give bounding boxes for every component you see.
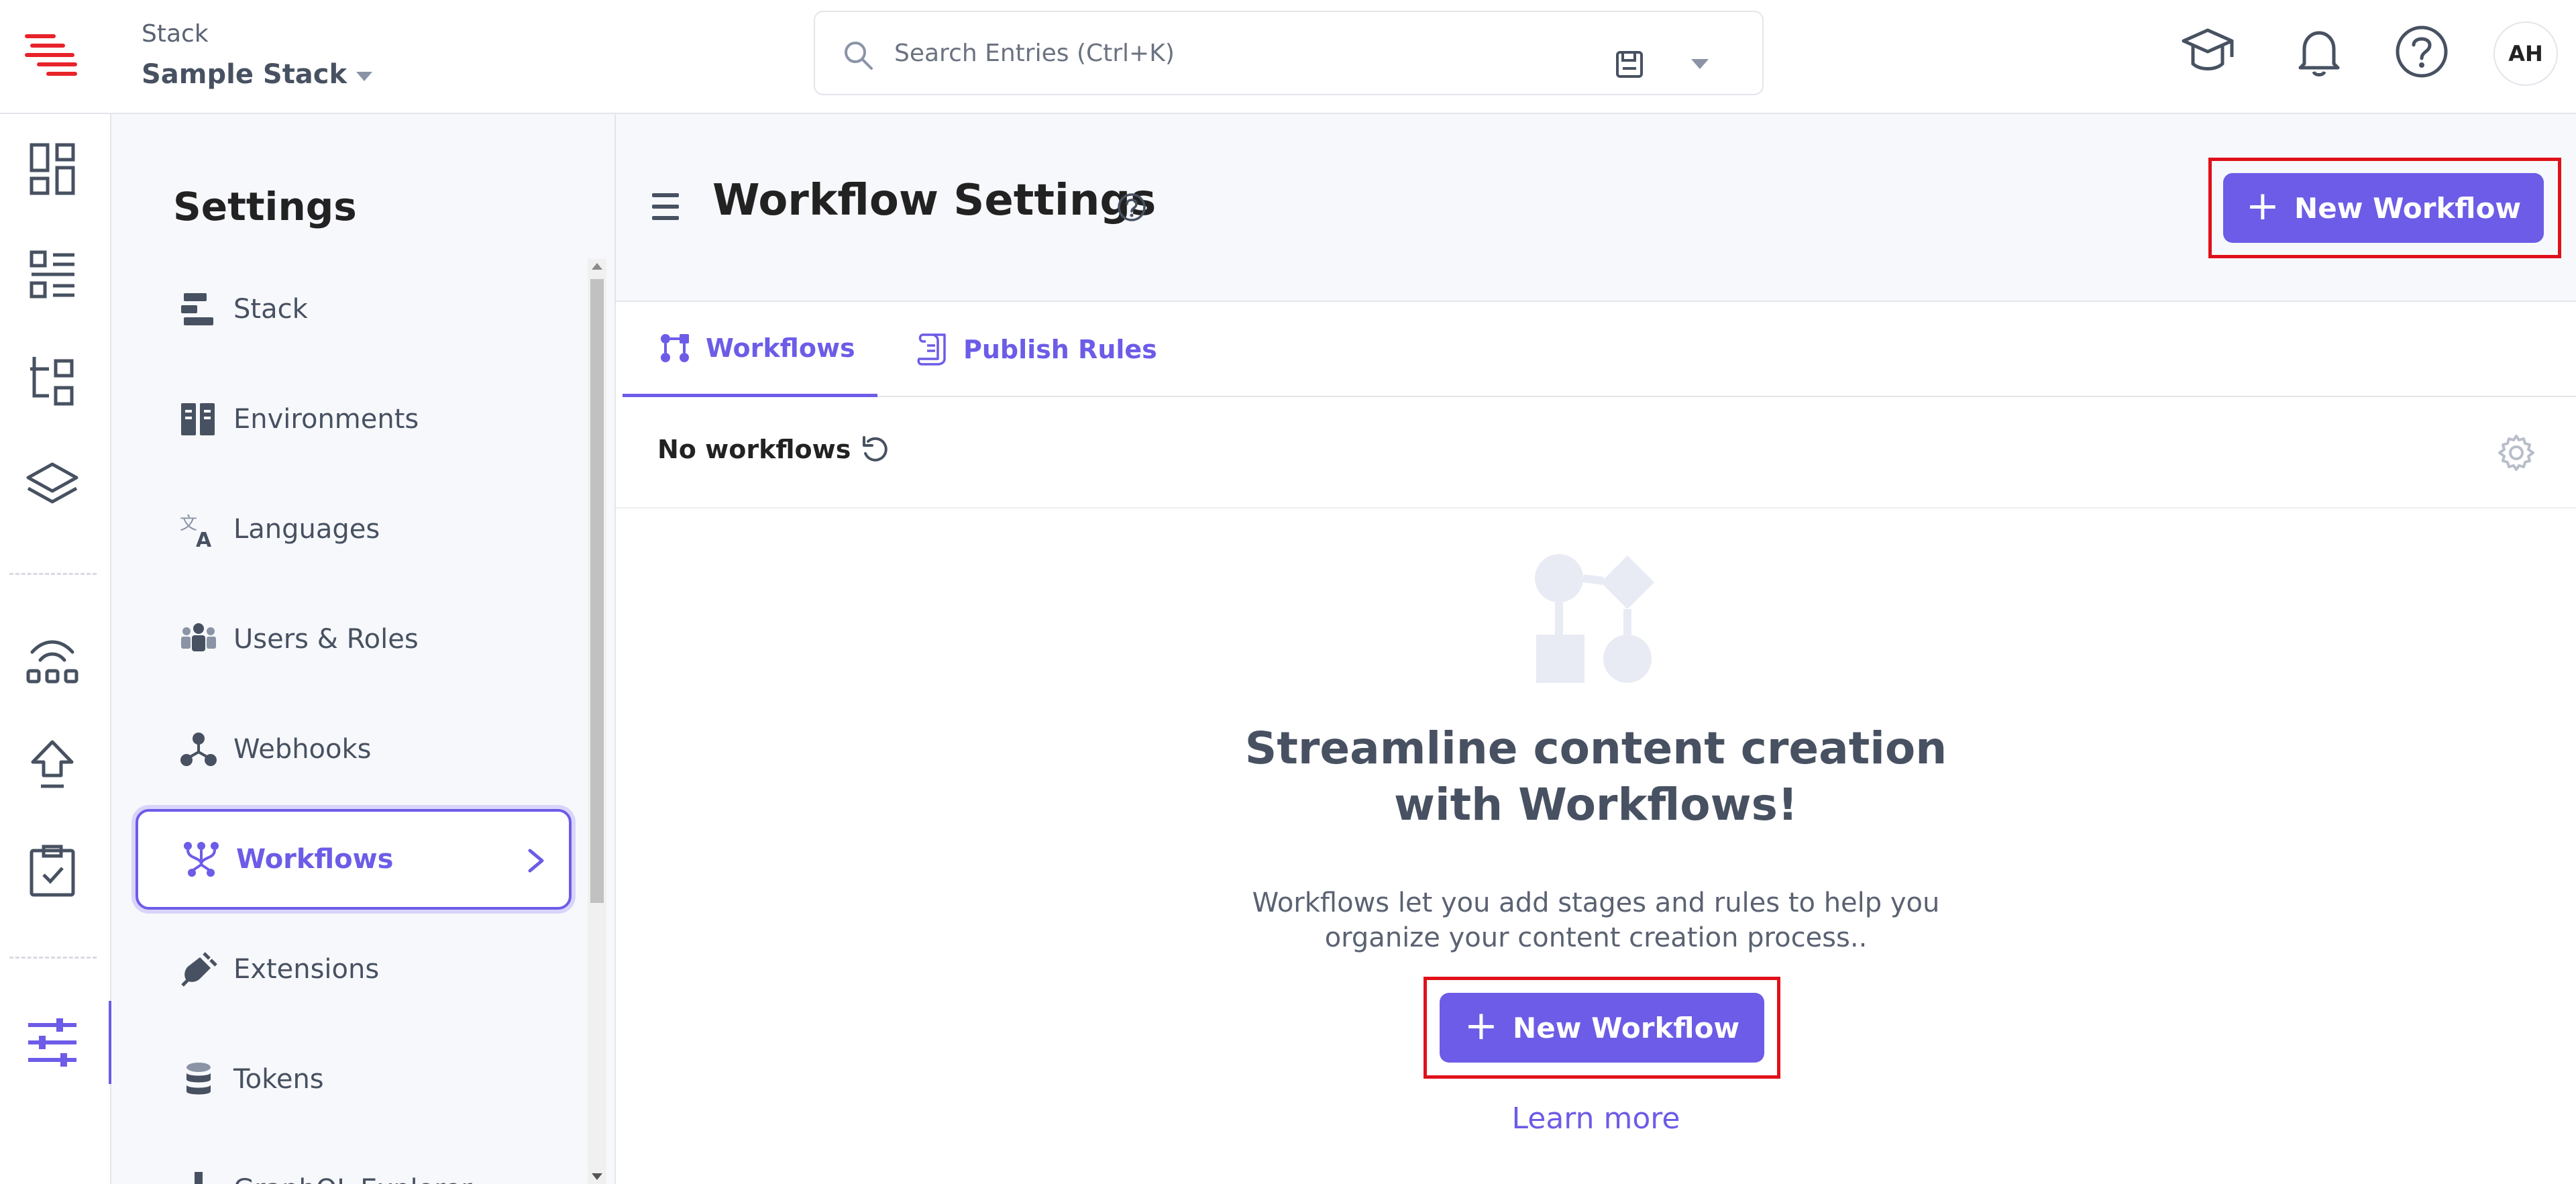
search-input[interactable] [894, 30, 1565, 76]
workflow-nodes-icon [657, 331, 692, 366]
tab-label: Workflows [706, 333, 855, 363]
graphql-icon [177, 1168, 220, 1184]
new-workflow-button-empty-state[interactable]: + New Workflow [1440, 993, 1764, 1063]
dashboard-icon[interactable] [24, 141, 80, 197]
tab-label: Publish Rules [963, 335, 1157, 364]
workflow-count-label: No workflows [657, 435, 851, 464]
languages-icon: 文A [177, 508, 220, 551]
new-workflow-label: New Workflow [1513, 1011, 1740, 1044]
rail-divider [9, 957, 97, 959]
notifications-bell-icon[interactable] [2289, 21, 2349, 82]
publish-queue-icon[interactable] [24, 737, 80, 793]
search-bar[interactable] [814, 11, 1764, 95]
settings-nav-list: Stack Environments 文A Languages Users & … [111, 259, 588, 1184]
settings-item-label: Languages [233, 514, 380, 545]
left-nav-rail [0, 114, 111, 1184]
stack-label: Stack [142, 20, 209, 48]
settings-item-webhooks[interactable]: Webhooks [136, 699, 572, 800]
caret-down-icon [356, 72, 373, 81]
scroll-thumb[interactable] [590, 279, 604, 903]
scroll-document-icon [915, 332, 950, 367]
rail-divider [9, 573, 97, 575]
gear-icon[interactable] [2497, 433, 2536, 472]
settings-item-users-roles[interactable]: Users & Roles [136, 589, 572, 690]
settings-item-label: Users & Roles [233, 624, 419, 655]
settings-item-graphql-explorer[interactable]: GraphQL Explorer [136, 1139, 572, 1184]
assets-layers-icon[interactable] [24, 459, 80, 515]
empty-state-title: Streamline content creation with Workflo… [1244, 722, 1947, 830]
settings-item-label: GraphQL Explorer [233, 1174, 472, 1184]
extensions-icon [177, 948, 220, 991]
settings-item-extensions[interactable]: Extensions [136, 919, 572, 1020]
tab-publish-rules[interactable]: Publish Rules [915, 302, 1183, 397]
workflows-icon [180, 838, 223, 881]
academy-icon[interactable] [2178, 21, 2238, 82]
environments-icon [177, 398, 220, 441]
settings-panel: Settings Stack Environments 文A Languages… [111, 114, 616, 1184]
user-avatar[interactable]: AH [2493, 21, 2558, 86]
stack-name: Sample Stack [142, 59, 347, 90]
help-circle-icon[interactable] [1116, 192, 1147, 223]
settings-item-workflows[interactable]: Workflows [136, 809, 572, 910]
stack-switcher[interactable]: Sample Stack [142, 59, 373, 90]
settings-item-label: Tokens [233, 1064, 324, 1095]
learn-more-link[interactable]: Learn more [1193, 1101, 1998, 1136]
chevron-right-icon [526, 848, 546, 873]
tab-workflows[interactable]: Workflows [623, 302, 877, 397]
search-icon [842, 39, 874, 71]
tab-bar: Workflows Publish Rules [623, 302, 2576, 397]
empty-state-description: Workflows let you add stages and rules t… [1252, 887, 1940, 953]
main-content: Workflow Settings + New Workflow Workflo… [616, 114, 2576, 1184]
webhooks-icon [177, 728, 220, 771]
stack-icon [177, 288, 220, 331]
saved-searches-icon[interactable] [1615, 50, 1644, 79]
scroll-down-arrow-icon[interactable] [592, 1173, 602, 1180]
workflow-list-bar: No workflows [616, 398, 2576, 508]
settings-item-languages[interactable]: 文A Languages [136, 479, 572, 580]
settings-sliders-icon[interactable] [24, 1014, 80, 1071]
settings-scrollbar[interactable] [588, 259, 606, 1184]
settings-item-environments[interactable]: Environments [136, 369, 572, 470]
svg-text:文: 文 [180, 514, 197, 534]
settings-title: Settings [173, 184, 357, 229]
top-bar: Stack Sample Stack AH [0, 0, 2576, 114]
tasks-clipboard-icon[interactable] [24, 843, 80, 899]
scroll-up-arrow-icon[interactable] [592, 263, 602, 270]
workflow-empty-illustration-icon [1534, 553, 1668, 687]
new-workflow-label: New Workflow [2294, 191, 2522, 225]
users-roles-icon [177, 618, 220, 661]
settings-item-label: Extensions [233, 954, 380, 985]
plus-icon: + [1464, 1002, 1499, 1049]
settings-item-label: Workflows [236, 844, 394, 875]
releases-icon[interactable] [24, 631, 80, 687]
settings-item-label: Webhooks [233, 734, 372, 765]
page-header: Workflow Settings + New Workflow [616, 114, 2576, 302]
new-workflow-button-header[interactable]: + New Workflow [2223, 173, 2544, 243]
search-dropdown-caret-icon[interactable] [1691, 59, 1709, 69]
entries-list-icon[interactable] [24, 247, 80, 303]
content-models-icon[interactable] [24, 353, 80, 409]
plus-icon: + [2245, 182, 2280, 229]
settings-item-label: Stack [233, 294, 308, 325]
page-title: Workflow Settings [712, 176, 1157, 225]
settings-item-tokens[interactable]: Tokens [136, 1029, 572, 1130]
settings-item-stack[interactable]: Stack [136, 259, 572, 360]
tokens-icon [177, 1058, 220, 1101]
help-icon[interactable] [2392, 21, 2452, 82]
svg-text:A: A [196, 529, 212, 548]
settings-item-label: Environments [233, 404, 419, 435]
contentstack-logo-icon[interactable] [23, 27, 79, 83]
hamburger-menu-icon[interactable] [652, 193, 682, 220]
refresh-icon[interactable] [859, 433, 891, 466]
